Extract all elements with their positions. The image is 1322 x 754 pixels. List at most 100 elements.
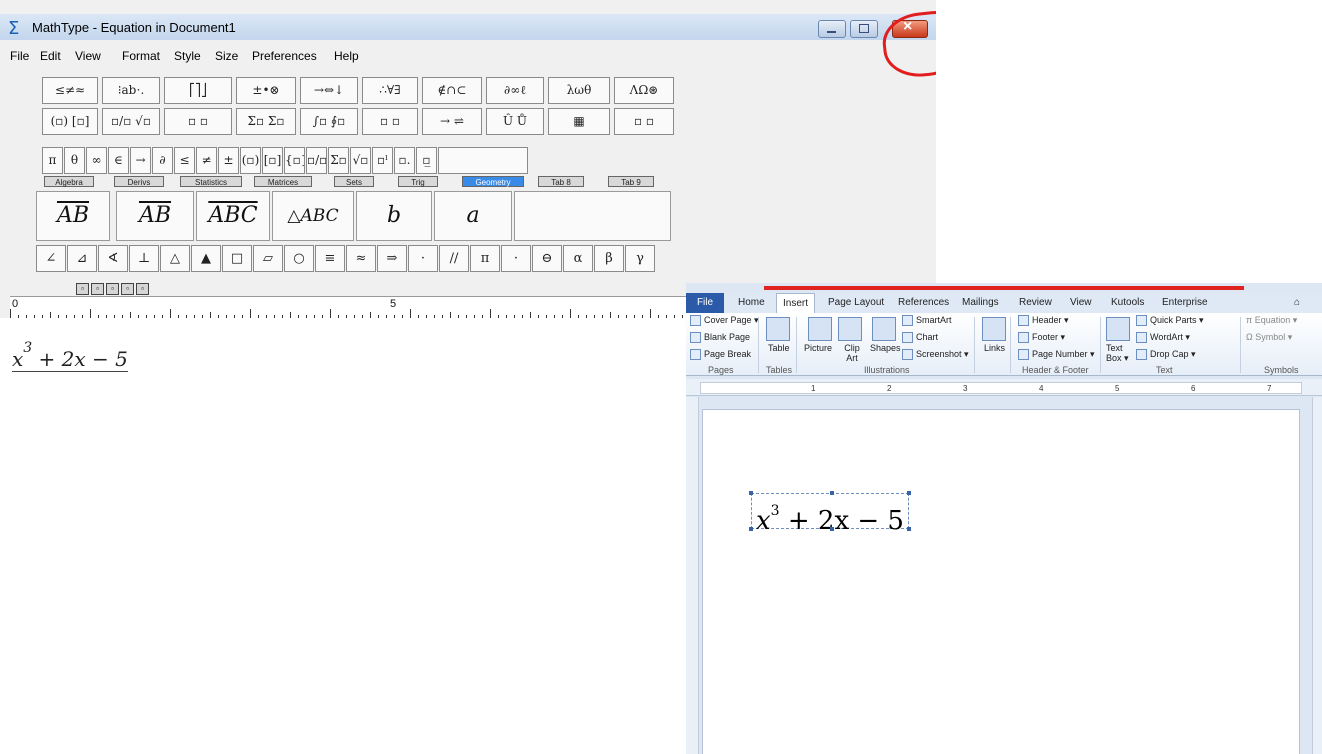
small-button-1[interactable]: ▫: [76, 283, 89, 295]
palette-misc[interactable]: ∂∞ℓ: [486, 77, 544, 104]
geometry-symbol-button[interactable]: ∢: [98, 245, 128, 272]
symbol-button[interactable]: (▫): [240, 147, 261, 174]
geometry-symbol-button[interactable]: ▱: [253, 245, 283, 272]
tab-kutools[interactable]: Kutools: [1111, 297, 1144, 308]
menu-size[interactable]: Size: [215, 49, 238, 63]
geometry-symbol-button[interactable]: //: [439, 245, 469, 272]
quick-parts-button[interactable]: Quick Parts ▾: [1136, 315, 1204, 327]
palette-integrals[interactable]: ∫▫ ∮▫: [300, 108, 358, 135]
symbol-button[interactable]: ▫ˡ: [372, 147, 393, 174]
resize-handle[interactable]: [906, 491, 911, 495]
minimize-button[interactable]: [818, 20, 846, 38]
symbol-button[interactable]: →: [130, 147, 151, 174]
symbol-button[interactable]: ±: [218, 147, 239, 174]
footer-button[interactable]: Footer ▾: [1018, 332, 1065, 344]
ribbon-minimize-icon[interactable]: ⌂: [1294, 297, 1300, 308]
palette-operators[interactable]: ±•⊗: [236, 77, 296, 104]
tab-view[interactable]: View: [1070, 297, 1092, 308]
geometry-symbol-button[interactable]: ○: [284, 245, 314, 272]
links-label[interactable]: Links: [984, 343, 1005, 353]
small-button-5[interactable]: ▫: [136, 283, 149, 295]
tab-8[interactable]: Tab 8: [538, 176, 584, 187]
geometry-symbol-button[interactable]: ⊿: [67, 245, 97, 272]
symbol-button[interactable]: π: [42, 147, 63, 174]
symbol-button[interactable]: ▫.: [394, 147, 415, 174]
palette-relations[interactable]: ≤≠≈: [42, 77, 98, 104]
geometry-symbol-button[interactable]: α: [563, 245, 593, 272]
clip-art-label[interactable]: Clip Art: [840, 343, 864, 363]
resize-handle[interactable]: [829, 491, 834, 495]
menu-style[interactable]: Style: [174, 49, 201, 63]
word-horizontal-ruler[interactable]: 1 2 3 4 5 6 7: [686, 379, 1322, 396]
tab-file[interactable]: File: [686, 293, 724, 313]
symbol-button[interactable]: ≠: [196, 147, 217, 174]
palette-fractions[interactable]: ▫/▫ √▫: [102, 108, 160, 135]
small-button-3[interactable]: ▫: [106, 283, 119, 295]
palette-greek-upper[interactable]: ΛΩ⊛: [614, 77, 674, 104]
symbol-button[interactable]: ∈: [108, 147, 129, 174]
symbol-button[interactable]: Σ▫: [328, 147, 349, 174]
symbol-button[interactable]: √▫: [350, 147, 371, 174]
tab-enterprise[interactable]: Enterprise: [1162, 297, 1208, 308]
symbol-button[interactable]: θ: [64, 147, 85, 174]
palette-bars[interactable]: ▫ ▫: [362, 108, 418, 135]
geometry-symbol-button[interactable]: π: [470, 245, 500, 272]
palette-spaces[interactable]: ⁝ab⋅.: [102, 77, 160, 104]
symbol-button[interactable]: ▫̲: [416, 147, 437, 174]
geometry-symbol-button[interactable]: ⊥: [129, 245, 159, 272]
tab-algebra[interactable]: Algebra: [44, 176, 94, 187]
smartart-button[interactable]: SmartArt: [902, 315, 952, 327]
symbol-button[interactable]: ▫/▫: [306, 147, 327, 174]
palette-sums[interactable]: Σ▫ Σ▫: [236, 108, 296, 135]
menu-preferences[interactable]: Preferences: [252, 49, 317, 63]
resize-handle[interactable]: [749, 491, 753, 495]
cover-page-button[interactable]: Cover Page ▾: [690, 315, 759, 327]
template-segment[interactable]: AB: [36, 191, 110, 241]
tab-9[interactable]: Tab 9: [608, 176, 654, 187]
tab-mailings[interactable]: Mailings: [962, 297, 999, 308]
clip-art-icon[interactable]: [838, 317, 862, 341]
geometry-symbol-button[interactable]: □: [222, 245, 252, 272]
small-button-2[interactable]: ▫: [91, 283, 104, 295]
tab-references[interactable]: References: [898, 297, 949, 308]
blank-page-button[interactable]: Blank Page: [690, 332, 750, 344]
picture-label[interactable]: Picture: [804, 343, 832, 353]
resize-handle[interactable]: [749, 527, 753, 531]
geometry-symbol-button[interactable]: ⇒: [377, 245, 407, 272]
chart-button[interactable]: Chart: [902, 332, 938, 344]
palette-scripts[interactable]: ▫ ▫: [164, 108, 232, 135]
screenshot-button[interactable]: Screenshot ▾: [902, 349, 969, 361]
geometry-symbol-button[interactable]: ≈: [346, 245, 376, 272]
palette-products[interactable]: Û Ů: [486, 108, 544, 135]
links-icon[interactable]: [982, 317, 1006, 341]
symbol-button[interactable]: ≤: [174, 147, 195, 174]
symbol-button[interactable]: ∂: [152, 147, 173, 174]
table-icon[interactable]: [766, 317, 790, 341]
mathtype-equation[interactable]: x3 + 2x − 5: [12, 340, 128, 372]
tab-home[interactable]: Home: [738, 297, 765, 308]
geometry-symbol-button[interactable]: △: [160, 245, 190, 272]
template-vector-a[interactable]: a: [434, 191, 512, 241]
template-triangle[interactable]: △ABC: [272, 191, 354, 241]
word-equation-object[interactable]: x3 + 2x − 5: [749, 491, 911, 536]
drop-cap-button[interactable]: Drop Cap ▾: [1136, 349, 1196, 361]
tab-review[interactable]: Review: [1019, 297, 1052, 308]
text-box-label[interactable]: Text Box ▾: [1106, 343, 1132, 363]
template-vector-b[interactable]: b: [356, 191, 432, 241]
word-vertical-scrollbar[interactable]: [1312, 397, 1322, 754]
word-vertical-ruler[interactable]: [686, 397, 699, 754]
symbol-button[interactable]: Ω Symbol ▾: [1246, 332, 1292, 343]
menu-file[interactable]: File: [10, 49, 29, 63]
template-arc[interactable]: ABC: [196, 191, 270, 241]
palette-greek-lower[interactable]: λωθ: [548, 77, 610, 104]
symbol-button[interactable]: {▫}: [284, 147, 305, 174]
geometry-symbol-button[interactable]: ·: [408, 245, 438, 272]
palette-fences[interactable]: (▫) [▫]: [42, 108, 98, 135]
tab-derivs[interactable]: Derivs: [114, 176, 164, 187]
maximize-button[interactable]: [850, 20, 878, 38]
equation-button[interactable]: π Equation ▾: [1246, 315, 1297, 326]
palette-logic[interactable]: ∴∀∃: [362, 77, 418, 104]
geometry-symbol-button[interactable]: ·: [501, 245, 531, 272]
word-document-page[interactable]: x3 + 2x − 5: [702, 409, 1300, 754]
menu-view[interactable]: View: [75, 49, 101, 63]
